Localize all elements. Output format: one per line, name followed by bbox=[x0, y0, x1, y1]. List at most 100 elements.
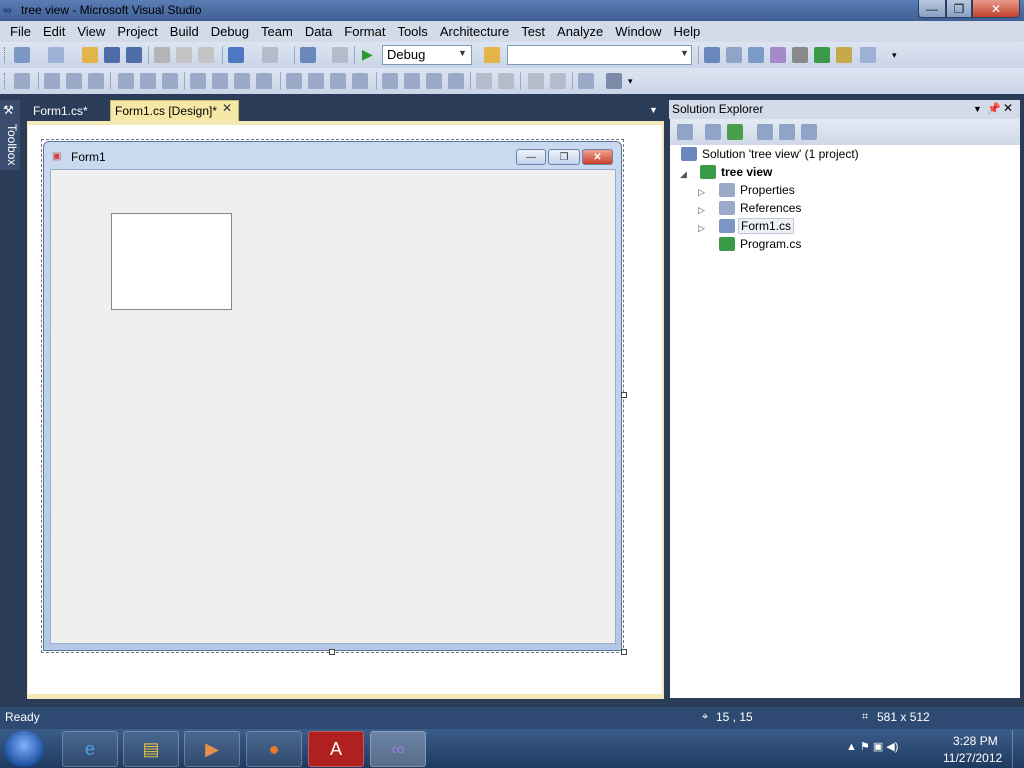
menu-tools[interactable]: Tools bbox=[391, 21, 433, 42]
make-same-size-icon[interactable] bbox=[256, 73, 272, 89]
tree-item-references[interactable]: References bbox=[740, 201, 801, 215]
redo-icon[interactable] bbox=[262, 47, 278, 63]
toolbar-overflow-icon[interactable]: ▾ bbox=[892, 50, 897, 61]
menu-file[interactable]: File bbox=[4, 21, 37, 42]
tab-form1-design[interactable]: Form1.cs [Design]* bbox=[110, 100, 239, 121]
make-same-height-icon[interactable] bbox=[234, 73, 250, 89]
window-position-dropdown-icon[interactable]: ▼ bbox=[973, 104, 982, 114]
toolbox-label[interactable]: Toolbox bbox=[1, 124, 19, 165]
menu-view[interactable]: View bbox=[71, 21, 111, 42]
minimize-button[interactable]: — bbox=[918, 0, 946, 18]
cut-icon[interactable] bbox=[154, 47, 170, 63]
vertical-spacing-equal-icon[interactable] bbox=[382, 73, 398, 89]
tab-list-dropdown-icon[interactable]: ▼ bbox=[649, 105, 658, 115]
tree-item-project[interactable]: tree view bbox=[721, 165, 772, 179]
undo-icon[interactable] bbox=[228, 47, 244, 63]
show-desktop-button[interactable] bbox=[1012, 730, 1024, 768]
tools-icon[interactable] bbox=[792, 47, 808, 63]
align-middles-icon[interactable] bbox=[140, 73, 156, 89]
start-page-icon[interactable] bbox=[814, 47, 830, 63]
tree-item-program[interactable]: Program.cs bbox=[740, 237, 801, 251]
align-centers-icon[interactable] bbox=[66, 73, 82, 89]
chevron-down-icon[interactable]: ▼ bbox=[680, 48, 689, 58]
menu-architecture[interactable]: Architecture bbox=[434, 21, 515, 42]
align-to-grid-icon[interactable] bbox=[14, 73, 30, 89]
navigate-forward-icon[interactable] bbox=[332, 47, 348, 63]
tray-date[interactable]: 11/27/2012 bbox=[943, 751, 1002, 765]
decrease-vertical-spacing-icon[interactable] bbox=[426, 73, 442, 89]
close-icon[interactable]: ✕ bbox=[1003, 101, 1013, 115]
increase-horizontal-spacing-icon[interactable] bbox=[308, 73, 324, 89]
expand-arrow-icon[interactable]: ▷ bbox=[698, 205, 705, 216]
tab-order-icon[interactable] bbox=[578, 73, 594, 89]
menu-team[interactable]: Team bbox=[255, 21, 299, 42]
lock-controls-icon[interactable] bbox=[606, 73, 622, 89]
properties-window-icon[interactable] bbox=[726, 47, 742, 63]
menu-window[interactable]: Window bbox=[609, 21, 667, 42]
center-vertically-icon[interactable] bbox=[498, 73, 514, 89]
start-button[interactable] bbox=[4, 731, 44, 767]
menu-project[interactable]: Project bbox=[111, 21, 163, 42]
solution-platform-dropdown[interactable] bbox=[507, 45, 692, 65]
center-horizontally-icon[interactable] bbox=[476, 73, 492, 89]
menu-help[interactable]: Help bbox=[668, 21, 707, 42]
solution-explorer-icon[interactable] bbox=[704, 47, 720, 63]
tree-item-properties[interactable]: Properties bbox=[740, 183, 795, 197]
menu-data[interactable]: Data bbox=[299, 21, 338, 42]
resize-handle-right[interactable] bbox=[621, 392, 627, 398]
make-same-width-icon[interactable] bbox=[190, 73, 206, 89]
tab-form1-code[interactable]: Form1.cs* bbox=[27, 101, 94, 121]
open-file-icon[interactable] bbox=[82, 47, 98, 63]
menu-build[interactable]: Build bbox=[164, 21, 205, 42]
toolbar-grip[interactable] bbox=[4, 47, 7, 63]
toolbar-overflow-icon[interactable]: ▾ bbox=[628, 76, 633, 87]
file-explorer-icon[interactable]: ▤ bbox=[123, 731, 179, 767]
firefox-icon[interactable]: ● bbox=[246, 731, 302, 767]
object-browser-icon[interactable] bbox=[748, 47, 764, 63]
remove-horizontal-spacing-icon[interactable] bbox=[352, 73, 368, 89]
increase-vertical-spacing-icon[interactable] bbox=[404, 73, 420, 89]
send-to-back-icon[interactable] bbox=[550, 73, 566, 89]
tray-time[interactable]: 3:28 PM bbox=[953, 734, 998, 748]
expand-arrow-icon[interactable]: ▷ bbox=[698, 223, 705, 234]
command-window-icon[interactable] bbox=[860, 47, 876, 63]
properties-icon[interactable] bbox=[677, 124, 693, 140]
view-code-icon[interactable] bbox=[757, 124, 773, 140]
menu-debug[interactable]: Debug bbox=[205, 21, 255, 42]
toolbox-wrench-icon[interactable]: ⚒ bbox=[3, 103, 14, 117]
auto-hide-pin-icon[interactable]: 📌 bbox=[987, 102, 1001, 115]
extension-manager-icon[interactable] bbox=[836, 47, 852, 63]
save-icon[interactable] bbox=[104, 47, 120, 63]
media-player-icon[interactable]: ▶ bbox=[184, 731, 240, 767]
align-bottoms-icon[interactable] bbox=[162, 73, 178, 89]
toolbox-window-icon[interactable] bbox=[770, 47, 786, 63]
copy-icon[interactable] bbox=[176, 47, 192, 63]
tree-item-form1[interactable]: Form1.cs bbox=[738, 218, 795, 234]
refresh-icon[interactable] bbox=[727, 124, 743, 140]
remove-vertical-spacing-icon[interactable] bbox=[448, 73, 464, 89]
show-all-files-icon[interactable] bbox=[705, 124, 721, 140]
menu-format[interactable]: Format bbox=[338, 21, 391, 42]
menu-test[interactable]: Test bbox=[515, 21, 551, 42]
system-tray-icons[interactable]: ▲ ⚑ ▣ ◀) bbox=[846, 740, 898, 753]
add-item-icon[interactable] bbox=[48, 47, 64, 63]
internet-explorer-icon[interactable]: e bbox=[62, 731, 118, 767]
close-tab-icon[interactable]: ✕ bbox=[222, 101, 232, 115]
visual-studio-icon[interactable]: ∞ bbox=[370, 731, 426, 767]
new-project-icon[interactable] bbox=[14, 47, 30, 63]
start-debugging-icon[interactable]: ▶ bbox=[362, 46, 373, 63]
menu-analyze[interactable]: Analyze bbox=[551, 21, 609, 42]
find-in-files-icon[interactable] bbox=[484, 47, 500, 63]
view-designer-icon[interactable] bbox=[779, 124, 795, 140]
resize-handle-bottom[interactable] bbox=[329, 649, 335, 655]
horizontal-spacing-equal-icon[interactable] bbox=[286, 73, 302, 89]
align-rights-icon[interactable] bbox=[88, 73, 104, 89]
align-lefts-icon[interactable] bbox=[44, 73, 60, 89]
navigate-backward-icon[interactable] bbox=[300, 47, 316, 63]
close-button[interactable]: ✕ bbox=[972, 0, 1020, 18]
menu-edit[interactable]: Edit bbox=[37, 21, 71, 42]
collapse-arrow-icon[interactable]: ◢ bbox=[680, 169, 687, 180]
adobe-reader-icon[interactable]: A bbox=[308, 731, 364, 767]
bring-to-front-icon[interactable] bbox=[528, 73, 544, 89]
size-to-grid-icon[interactable] bbox=[212, 73, 228, 89]
